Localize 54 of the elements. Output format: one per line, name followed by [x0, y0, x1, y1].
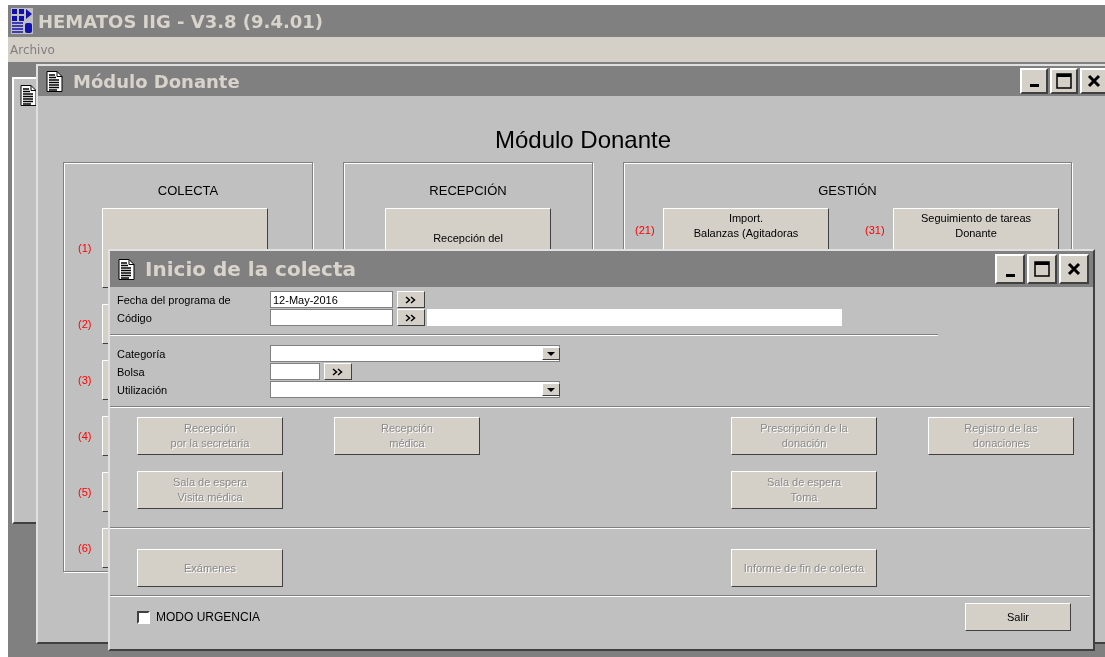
item-number: (1)	[78, 242, 93, 254]
item-number: (4)	[78, 430, 93, 442]
page-heading: Módulo Donante	[493, 125, 673, 155]
item-number: (6)	[78, 542, 93, 554]
close-button[interactable]	[1059, 254, 1089, 284]
field-label: Código	[117, 311, 153, 324]
dropdown-field[interactable]	[270, 381, 560, 398]
document-icon	[20, 85, 37, 106]
input-field[interactable]	[427, 309, 842, 326]
minimize-icon	[1005, 274, 1015, 277]
field-label: Bolsa	[117, 365, 146, 378]
app-icon	[11, 8, 33, 34]
dropdown-arrow-icon	[547, 387, 555, 392]
item-number: (21)	[635, 224, 656, 236]
exit-button[interactable]: Salir	[965, 603, 1071, 631]
minimize-button[interactable]	[995, 254, 1025, 284]
double-chevron-icon	[405, 313, 417, 322]
window-title: HEMATOS IIG - V3.8 (9.4.01)	[38, 10, 324, 32]
close-button[interactable]	[1080, 68, 1105, 94]
maximize-icon	[1056, 73, 1072, 89]
field-label: Fecha del programa de	[117, 293, 232, 306]
document-icon	[118, 258, 135, 280]
group-title: RECEPCIÓN	[428, 183, 508, 200]
input-field[interactable]	[270, 309, 393, 326]
item-number: (31)	[865, 224, 886, 236]
group-title: COLECTA	[156, 183, 220, 200]
maximize-button[interactable]	[1027, 254, 1057, 284]
minimize-button[interactable]	[1020, 68, 1048, 94]
lookup-button[interactable]	[324, 363, 352, 380]
menu-item[interactable]: Archivo	[10, 42, 55, 57]
item-number: (2)	[78, 318, 93, 330]
window-title: Inicio de la colecta	[145, 257, 358, 281]
input-field[interactable]: 12-May-2016	[270, 291, 393, 308]
dropdown-field[interactable]	[270, 345, 560, 362]
close-icon	[1067, 262, 1081, 276]
window-title: Módulo Donante	[73, 70, 241, 92]
field-label: Categoría	[117, 347, 167, 360]
document-icon	[46, 70, 63, 92]
lookup-button[interactable]	[397, 309, 425, 326]
group-title: GESTIÓN	[817, 183, 878, 200]
checkbox-label: MODO URGENCIA	[156, 610, 260, 624]
checkbox[interactable]	[137, 610, 150, 624]
minimize-icon	[1029, 84, 1039, 87]
double-chevron-icon	[332, 367, 344, 376]
lookup-button[interactable]	[397, 291, 425, 308]
item-number: (3)	[78, 374, 93, 386]
double-chevron-icon	[405, 295, 417, 304]
field-label: Utilización	[117, 383, 169, 396]
dropdown-arrow-icon	[547, 351, 555, 356]
item-number: (5)	[78, 486, 93, 498]
close-icon	[1087, 74, 1101, 88]
input-field[interactable]	[270, 363, 320, 380]
maximize-button[interactable]	[1050, 68, 1078, 94]
maximize-icon	[1034, 261, 1050, 277]
